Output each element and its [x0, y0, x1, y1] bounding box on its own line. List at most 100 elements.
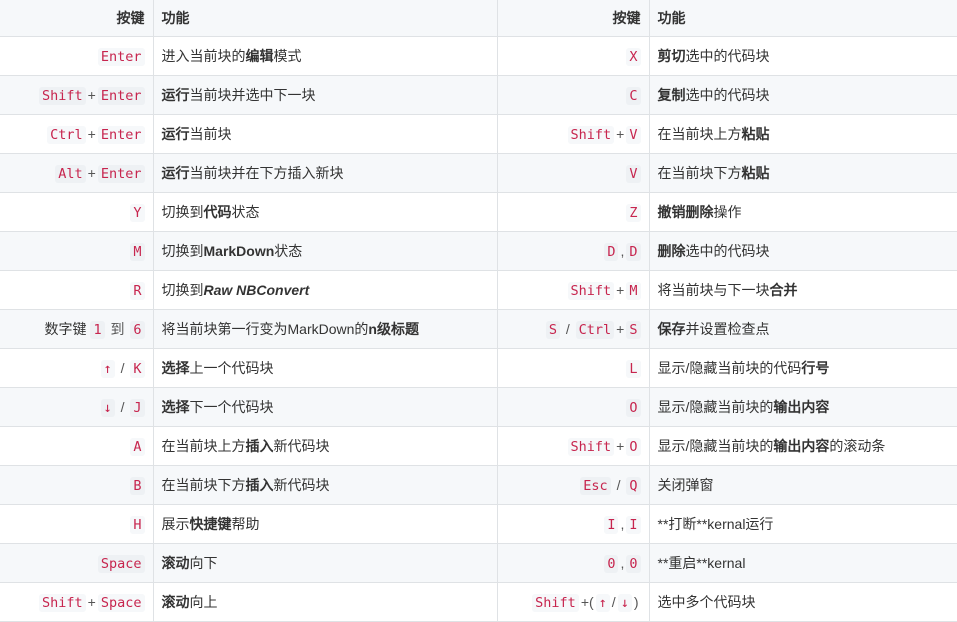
key-code: B	[130, 476, 145, 495]
key-code: V	[626, 125, 641, 144]
table-row: ↑ / K 选择上一个代码块 L 显示/隐藏当前块的代码行号	[0, 348, 957, 388]
plain-text: 操作	[713, 204, 742, 220]
plain-text: 在当前块上方	[161, 438, 246, 454]
shortcut-key-cell-right: V	[497, 153, 650, 193]
plain-text: 帮助	[231, 516, 260, 532]
shortcut-key-cell-right: Shift + V	[497, 114, 650, 154]
function-cell-left: 在当前块上方插入新代码块	[153, 426, 498, 466]
key-code: 1	[90, 321, 105, 339]
shortcut-key-cell-left: Space	[0, 543, 154, 583]
function-cell-right: 复制选中的代码块	[649, 75, 957, 115]
function-column-header-right: 功能	[649, 0, 957, 37]
bold-text: 编辑	[245, 48, 274, 64]
bold-text: n级标题	[368, 321, 419, 337]
key-code: Y	[130, 203, 145, 222]
key-code: Enter	[97, 125, 145, 144]
plain-text: 下一个代码块	[189, 399, 274, 415]
shortcut-key-cell-right: I,I	[497, 504, 650, 544]
key-code: O	[626, 398, 641, 417]
table-row: Enter 进入当前块的编辑模式 X 剪切选中的代码块	[0, 36, 957, 76]
bold-text: 删除	[657, 243, 686, 259]
shortcut-key-cell-right: O	[497, 387, 650, 427]
shortcut-key-cell-right: Shift + M	[497, 270, 650, 310]
bold-text: 运行	[161, 165, 190, 181]
key-separator: 到	[106, 321, 129, 337]
function-cell-left: 切换到代码状态	[153, 192, 498, 232]
key-separator: +	[87, 125, 96, 142]
plain-text: 向下	[189, 555, 218, 571]
function-cell-right: 选中多个代码块	[649, 582, 957, 622]
shortcut-key-cell-right: C	[497, 75, 650, 115]
key-column-header-left: 按键	[0, 0, 154, 37]
shortcut-key-cell-right: Shift +(↑ / ↓)	[497, 582, 650, 622]
key-code: Space	[97, 593, 145, 612]
key-code: Shift	[39, 86, 86, 105]
function-cell-right: 显示/隐藏当前块的输出内容	[649, 387, 957, 427]
key-separator: )	[633, 593, 639, 610]
plain-text: 显示/隐藏当前块的代码	[657, 360, 802, 376]
bold-text: 插入	[245, 438, 274, 454]
key-code: A	[130, 437, 145, 456]
function-cell-right: 显示/隐藏当前块的输出内容的滚动条	[649, 426, 957, 466]
plain-text: **重启**kernal	[657, 555, 746, 571]
shortcut-key-cell-left: A	[0, 426, 154, 466]
function-cell-left: 运行当前块	[153, 114, 498, 154]
table-row: 数字键 1 到 6 将当前块第一行变为MarkDown的n级标题 S / Ctrl +…	[0, 309, 957, 349]
bold-text: 撤销删除	[657, 204, 714, 220]
key-code: O	[626, 437, 641, 456]
key-separator: +	[87, 164, 96, 181]
plain-text: 选中多个代码块	[657, 594, 756, 610]
bold-text: 快捷键	[189, 516, 232, 532]
bold-text: MarkDown	[203, 243, 275, 259]
key-separator: +	[87, 86, 96, 103]
plain-text: 在当前块上方	[657, 126, 742, 142]
function-cell-left: 选择上一个代码块	[153, 348, 498, 388]
table-row: Shift + Enter 运行当前块并选中下一块 C 复制选中的代码块	[0, 75, 957, 115]
key-code: Z	[626, 203, 641, 222]
key-code: K	[130, 359, 145, 378]
plain-text: 当前块并在下方插入新块	[189, 165, 344, 181]
plain-text: 选中的代码块	[685, 243, 770, 259]
key-separator: /	[612, 476, 625, 493]
shortcut-key-cell-left: H	[0, 504, 154, 544]
bold-text: 剪切	[657, 48, 686, 64]
plain-text: 模式	[273, 48, 302, 64]
key-code: C	[626, 86, 641, 105]
shortcut-key-cell-left: Shift + Enter	[0, 75, 154, 115]
key-code: 0	[626, 554, 641, 573]
plain-text: 向上	[189, 594, 218, 610]
bold-italic-text: Raw NBConvert	[204, 282, 310, 298]
shortcut-key-cell-right: 0,0	[497, 543, 650, 583]
table-row: A 在当前块上方插入新代码块 Shift + O 显示/隐藏当前块的输出内容的滚动条	[0, 426, 957, 466]
function-cell-left: 滚动向上	[153, 582, 498, 622]
table-row: M 切换到MarkDown状态 D, D 删除选中的代码块	[0, 231, 957, 271]
function-cell-right: 显示/隐藏当前块的代码行号	[649, 348, 957, 388]
function-cell-right: 关闭弹窗	[649, 465, 957, 505]
plain-text: 新代码块	[273, 438, 330, 454]
key-code: ↑	[100, 359, 115, 378]
key-separator: /	[611, 593, 616, 610]
key-code: Enter	[97, 164, 145, 183]
plain-text: 在当前块下方	[657, 165, 742, 181]
function-cell-left: 运行当前块并选中下一块	[153, 75, 498, 115]
shortcut-key-cell-left: Y	[0, 192, 154, 232]
key-separator: +(	[580, 593, 594, 610]
key-code: I	[604, 515, 619, 534]
plain-text: 展示	[161, 516, 190, 532]
plain-text: 显示/隐藏当前块的	[657, 438, 774, 454]
function-cell-left: 选择下一个代码块	[153, 387, 498, 427]
plain-text: 当前块	[189, 126, 232, 142]
shortcut-key-cell-right: X	[497, 36, 650, 76]
function-cell-right: 撤销删除操作	[649, 192, 957, 232]
plain-text: 状态	[274, 243, 303, 259]
bold-text: 运行	[161, 87, 190, 103]
key-code: D	[626, 242, 641, 261]
plain-text: 并设置检查点	[685, 321, 770, 337]
key-code: V	[626, 164, 641, 183]
table-row: B 在当前块下方插入新代码块 Esc / Q 关闭弹窗	[0, 465, 957, 505]
table-row: Ctrl + Enter 运行当前块 Shift + V 在当前块上方粘贴	[0, 114, 957, 154]
key-code: M	[626, 281, 641, 300]
key-code: L	[626, 359, 641, 378]
shortcut-key-cell-left: R	[0, 270, 154, 310]
key-code: 0	[604, 554, 619, 573]
